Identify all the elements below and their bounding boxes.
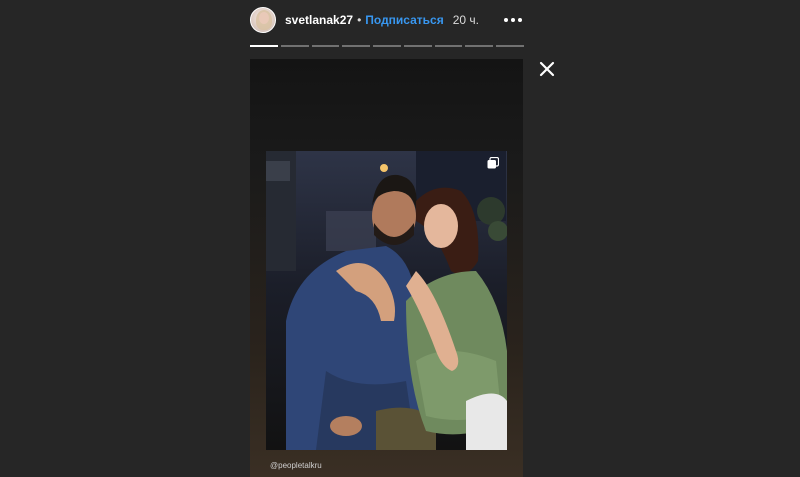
- progress-segment: [342, 45, 371, 47]
- separator-dot: •: [357, 13, 362, 27]
- follow-button[interactable]: Подписаться: [365, 13, 443, 27]
- progress-segment: [465, 45, 494, 47]
- story-header: svetlanak27 • Подписаться 20 ч.: [250, 5, 524, 35]
- story-photo: [266, 151, 507, 450]
- progress-segment: [434, 45, 463, 47]
- more-horizontal-icon: [504, 18, 522, 22]
- story-viewer: svetlanak27 • Подписаться 20 ч. @peoplet…: [0, 0, 800, 477]
- progress-segment: [373, 45, 401, 47]
- story-media[interactable]: @peopletalkru: [250, 59, 523, 477]
- progress-segment: [311, 45, 340, 47]
- story-timestamp: 20 ч.: [452, 13, 480, 27]
- close-button[interactable]: [538, 60, 556, 78]
- photo-credit: @peopletalkru: [270, 461, 322, 470]
- close-icon: [539, 61, 555, 77]
- photo-illustration: [266, 151, 507, 450]
- progress-segment: [280, 45, 309, 47]
- carousel-icon: [487, 157, 499, 169]
- avatar[interactable]: [250, 7, 276, 33]
- progress-segment: [496, 45, 525, 47]
- username-link[interactable]: svetlanak27: [285, 13, 353, 27]
- more-options-button[interactable]: [502, 10, 524, 30]
- story-progress: [250, 45, 525, 47]
- progress-segment: [250, 45, 278, 47]
- progress-segment: [403, 45, 432, 47]
